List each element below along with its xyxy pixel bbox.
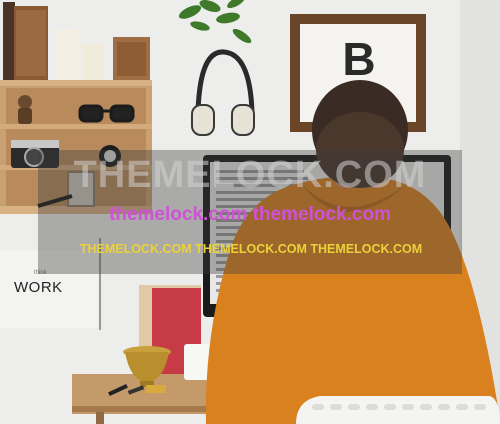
poster-text: WORK [14, 279, 63, 296]
books [3, 2, 48, 80]
white-chair [296, 396, 500, 424]
frame-letter: B [342, 33, 376, 85]
figurine [18, 95, 32, 124]
watermark-pink: themelock.com themelock.com [109, 204, 391, 225]
watermark-yellow: THEMELOCK.COM THEMELOCK.COM THEMELOCK.CO… [79, 242, 423, 256]
watermark-large: THEMELOCK.COM [73, 154, 427, 196]
